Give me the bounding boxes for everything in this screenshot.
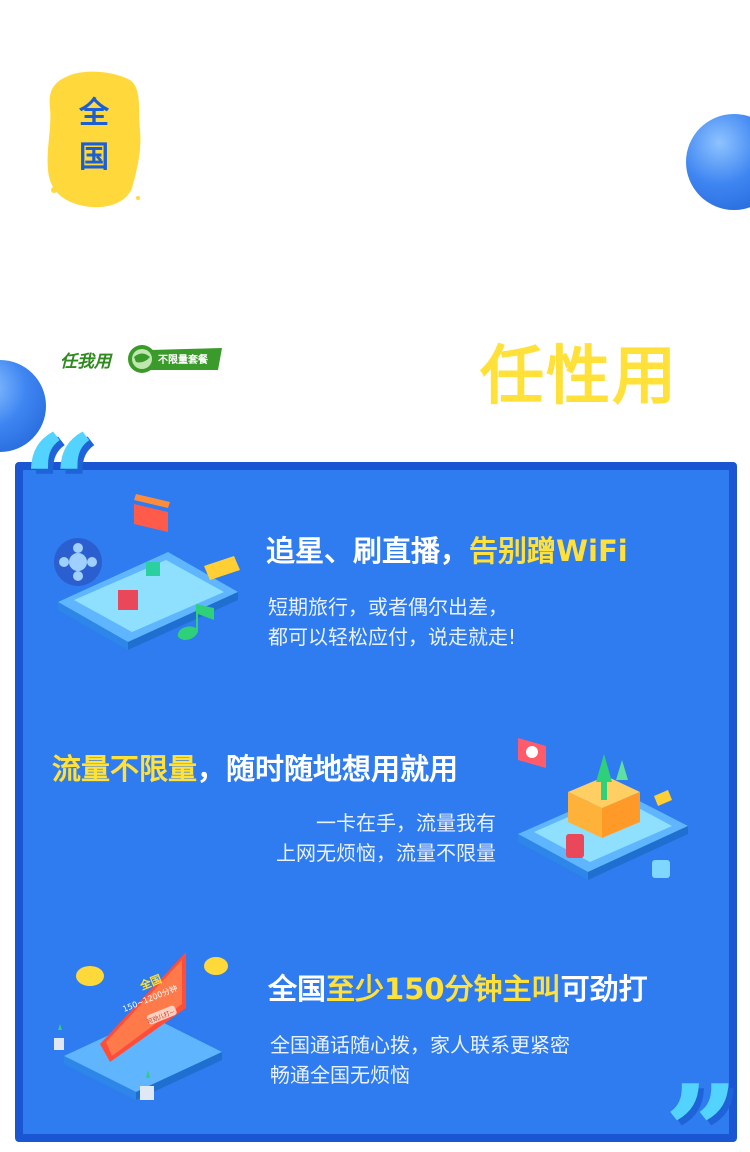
phone-call-illustration: 全国 150~1200分钟 可劲儿打~ bbox=[54, 952, 228, 1100]
section3-line2: 畅通全国无烦恼 bbox=[270, 1063, 410, 1087]
section1-title-main: 追星、刷直播， bbox=[266, 534, 470, 568]
logo-tag: 不限量套餐 bbox=[158, 355, 208, 366]
section1-title: 追星、刷直播，告别蹭WiFi bbox=[266, 528, 628, 570]
logo-brand: 任我用 bbox=[60, 352, 111, 372]
section3-title-pre: 全国 bbox=[268, 972, 327, 1006]
section2-title: 流量不限量，随时随地想用就用 bbox=[52, 746, 458, 788]
section3-title: 全国至少150分钟主叫可劲打 bbox=[268, 966, 648, 1008]
section3-desc: 全国通话随心拨，家人联系更紧密 畅通全国无烦恼 bbox=[270, 1030, 570, 1090]
section2-desc: 一卡在手，流量我有 上网无烦恼，流量不限量 bbox=[200, 808, 496, 868]
region-badge: 全 国 bbox=[46, 70, 142, 210]
section3-line1: 全国通话随心拨，家人联系更紧密 bbox=[270, 1033, 570, 1057]
decor-ball-right bbox=[686, 114, 750, 210]
badge-line2: 国 bbox=[79, 140, 109, 175]
phone-video-illustration bbox=[54, 494, 240, 650]
plan-logo: 任我用 不限量套餐 bbox=[58, 344, 224, 374]
section3-title-post: 可劲打 bbox=[560, 972, 648, 1006]
section2-line2: 上网无烦恼，流量不限量 bbox=[276, 841, 496, 865]
badge-text: 全 国 bbox=[46, 92, 142, 180]
section1-line1: 短期旅行，或者偶尔出差， bbox=[268, 595, 508, 619]
section2-title-main: ，随时随地想用就用 bbox=[197, 752, 459, 786]
close-quote-icon: ” bbox=[664, 1056, 739, 1152]
promo-page: 全 国 任我用 不限量套餐 任性用 “ ” 追星、刷直播，告别蹭WiFi 短期旅… bbox=[0, 0, 750, 1152]
section1-line2: 都可以轻松应付，说走就走! bbox=[268, 625, 517, 649]
section1-desc: 短期旅行，或者偶尔出差， 都可以轻松应付，说走就走! bbox=[268, 592, 516, 652]
section3-title-highlight: 至少150分钟主叫 bbox=[326, 972, 561, 1006]
section2-line1: 一卡在手，流量我有 bbox=[316, 811, 496, 835]
section2-title-highlight: 流量不限量 bbox=[52, 752, 198, 786]
headline: 任性用 bbox=[480, 339, 678, 414]
badge-line1: 全 bbox=[79, 96, 109, 131]
section1-title-highlight: 告别蹭WiFi bbox=[469, 534, 628, 568]
phone-package-illustration bbox=[518, 738, 688, 880]
